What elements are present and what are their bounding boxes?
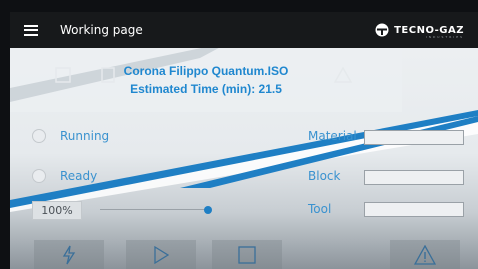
lightning-button[interactable] xyxy=(34,240,104,269)
speed-slider[interactable] xyxy=(100,205,212,214)
ready-label: Ready xyxy=(60,169,98,183)
stop-icon xyxy=(238,245,256,264)
app-bar: Working page TECNO-GAZ INDUSTRIES xyxy=(10,12,478,48)
tool-field xyxy=(364,202,464,217)
brand-logo: TECNO-GAZ INDUSTRIES xyxy=(375,21,464,39)
ready-indicator xyxy=(32,169,46,183)
play-button[interactable] xyxy=(126,240,196,269)
hamburger-icon[interactable] xyxy=(24,24,38,36)
status-running: Running xyxy=(32,129,109,143)
brand-tagline: INDUSTRIES xyxy=(425,35,464,39)
material-field xyxy=(364,130,464,145)
warning-button[interactable] xyxy=(390,240,460,269)
bottom-action-bar xyxy=(10,240,478,269)
tool-label: Tool xyxy=(308,202,332,216)
lightning-icon xyxy=(62,245,76,264)
running-label: Running xyxy=(60,129,110,143)
block-label: Block xyxy=(308,169,341,183)
warning-icon xyxy=(414,244,436,265)
tecno-gaz-logo-icon xyxy=(375,23,389,37)
speed-percentage: 100% xyxy=(32,201,82,220)
status-ready: Ready xyxy=(32,169,97,183)
stop-button[interactable] xyxy=(212,240,282,269)
job-file-name: Corona Filippo Quantum.ISO xyxy=(123,64,289,78)
page-title: Working page xyxy=(60,23,143,37)
play-icon xyxy=(154,245,169,264)
estimated-time: Estimated Time (min): 21.5 xyxy=(130,82,282,96)
material-label: Material xyxy=(308,129,357,143)
running-indicator xyxy=(32,129,46,143)
working-page-screen: Working page TECNO-GAZ INDUSTRIES Corona… xyxy=(10,12,478,269)
speed-slider-thumb[interactable] xyxy=(204,205,212,214)
job-info-panel: Corona Filippo Quantum.ISO Estimated Tim… xyxy=(10,48,402,112)
block-field xyxy=(364,170,464,185)
brand-name: TECNO-GAZ xyxy=(394,24,464,36)
